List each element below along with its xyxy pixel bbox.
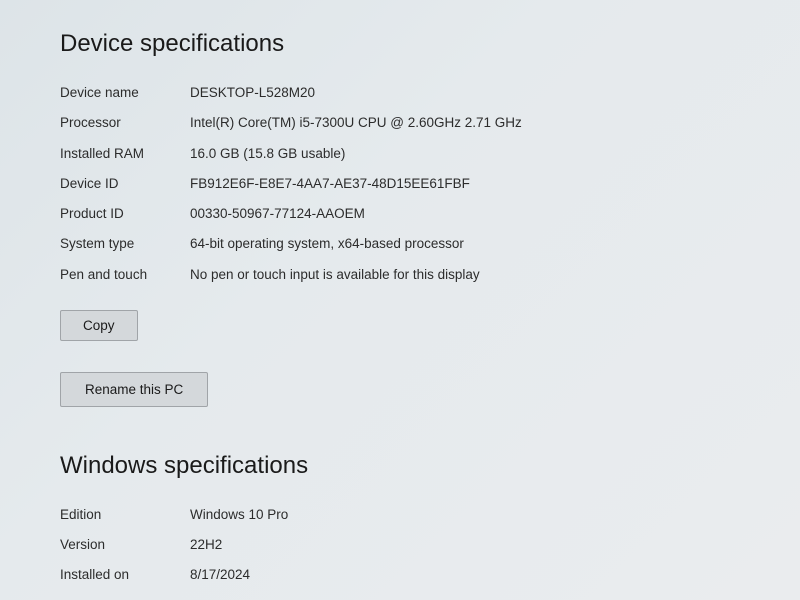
windows-row-label-2: Installed on — [60, 560, 190, 590]
windows-table-row: OS build 19045.4780 — [60, 591, 760, 600]
device-table-row: Device name DESKTOP-L528M20 — [60, 78, 760, 108]
rename-button-row: Rename this PC — [60, 372, 760, 437]
windows-table-row: Edition Windows 10 Pro — [60, 500, 760, 530]
device-table-row: Installed RAM 16.0 GB (15.8 GB usable) — [60, 139, 760, 169]
windows-table-row: Installed on 8/17/2024 — [60, 560, 760, 590]
device-row-label-1: Processor — [60, 108, 190, 138]
device-row-label-5: System type — [60, 229, 190, 259]
device-row-label-6: Pen and touch — [60, 260, 190, 290]
windows-row-value-2: 8/17/2024 — [190, 560, 760, 590]
device-row-label-2: Installed RAM — [60, 139, 190, 169]
device-row-value-4: 00330-50967-77124-AAOEM — [190, 199, 760, 229]
device-section-title: Device specifications — [60, 30, 760, 58]
divider — [60, 356, 760, 357]
device-table-row: Pen and touch No pen or touch input is a… — [60, 260, 760, 290]
windows-row-label-1: Version — [60, 530, 190, 560]
device-specs-table: Device name DESKTOP-L528M20 Processor In… — [60, 78, 760, 290]
device-row-label-3: Device ID — [60, 169, 190, 199]
device-row-value-0: DESKTOP-L528M20 — [190, 78, 760, 108]
page-container: Device specifications Device name DESKTO… — [0, 0, 800, 600]
device-row-value-6: No pen or touch input is available for t… — [190, 260, 760, 290]
device-table-row: System type 64-bit operating system, x64… — [60, 229, 760, 259]
device-table-row: Product ID 00330-50967-77124-AAOEM — [60, 199, 760, 229]
windows-row-value-3: 19045.4780 — [190, 591, 760, 600]
windows-row-label-3: OS build — [60, 591, 190, 600]
device-table-row: Processor Intel(R) Core(TM) i5-7300U CPU… — [60, 108, 760, 138]
device-row-value-5: 64-bit operating system, x64-based proce… — [190, 229, 760, 259]
device-table-row: Device ID FB912E6F-E8E7-4AA7-AE37-48D15E… — [60, 169, 760, 199]
windows-row-value-1: 22H2 — [190, 530, 760, 560]
device-row-value-1: Intel(R) Core(TM) i5-7300U CPU @ 2.60GHz… — [190, 108, 760, 138]
windows-specs-table: Edition Windows 10 Pro Version 22H2 Inst… — [60, 500, 760, 600]
device-row-value-3: FB912E6F-E8E7-4AA7-AE37-48D15EE61FBF — [190, 169, 760, 199]
windows-table-row: Version 22H2 — [60, 530, 760, 560]
device-row-label-4: Product ID — [60, 199, 190, 229]
device-row-value-2: 16.0 GB (15.8 GB usable) — [190, 139, 760, 169]
copy-button-row: Copy — [60, 310, 760, 341]
windows-row-label-0: Edition — [60, 500, 190, 530]
rename-pc-button[interactable]: Rename this PC — [60, 372, 208, 407]
copy-button[interactable]: Copy — [60, 310, 138, 341]
windows-section-title: Windows specifications — [60, 452, 760, 480]
device-row-label-0: Device name — [60, 78, 190, 108]
windows-row-value-0: Windows 10 Pro — [190, 500, 760, 530]
